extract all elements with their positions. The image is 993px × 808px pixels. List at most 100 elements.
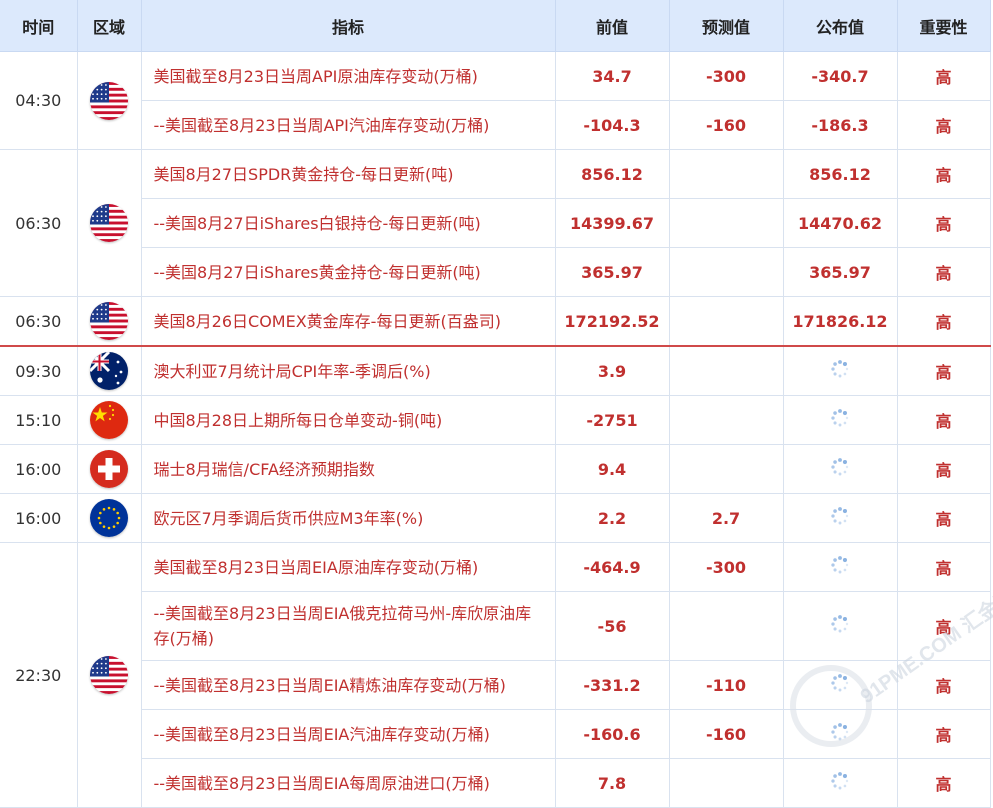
indicator-link[interactable]: 欧元区7月季调后货币供应M3年率(%) xyxy=(141,493,556,543)
indicator-link[interactable]: --美国截至8月23日当周EIA精炼油库存变动(万桶) xyxy=(141,660,556,710)
region-cell xyxy=(77,346,142,396)
importance-value: 高 xyxy=(897,296,991,347)
importance-value: 高 xyxy=(897,100,991,150)
previous-value: -160.6 xyxy=(555,709,670,759)
indicator-link[interactable]: --美国截至8月23日当周API汽油库存变动(万桶) xyxy=(141,100,556,150)
loading-spinner-icon xyxy=(830,408,850,428)
actual-value xyxy=(783,758,898,808)
region-cell xyxy=(77,493,142,543)
forecast-value: -300 xyxy=(669,542,784,592)
forecast-value xyxy=(669,198,784,248)
region-cell xyxy=(77,444,142,494)
actual-value xyxy=(783,660,898,710)
cn-flag-icon xyxy=(90,401,128,439)
importance-value: 高 xyxy=(897,395,991,445)
previous-value: 2.2 xyxy=(555,493,670,543)
previous-value: 365.97 xyxy=(555,247,670,297)
header-time: 时间 xyxy=(0,0,78,52)
region-cell xyxy=(77,395,142,445)
previous-value: 9.4 xyxy=(555,444,670,494)
actual-value xyxy=(783,493,898,543)
actual-value: 171826.12 xyxy=(783,296,898,347)
table-row: 15:10 中国8月28日上期所每日仓单变动-铜(吨) -2751 高 xyxy=(0,395,991,445)
table-row: 04:30 美国截至8月23日当周API原油库存变动(万桶) 34.7 -300… xyxy=(0,51,991,150)
previous-value: -56 xyxy=(555,591,670,661)
indicator-link[interactable]: 美国截至8月23日当周EIA原油库存变动(万桶) xyxy=(141,542,556,592)
au-flag-icon xyxy=(90,352,128,390)
importance-value: 高 xyxy=(897,542,991,592)
loading-spinner-icon xyxy=(830,555,850,575)
forecast-value xyxy=(669,149,784,199)
loading-spinner-icon xyxy=(830,771,850,791)
actual-value: 365.97 xyxy=(783,247,898,297)
time-cell: 16:00 xyxy=(0,444,78,494)
importance-value: 高 xyxy=(897,149,991,199)
indicator-link[interactable]: 美国截至8月23日当周API原油库存变动(万桶) xyxy=(141,51,556,101)
actual-value: -340.7 xyxy=(783,51,898,101)
forecast-value xyxy=(669,444,784,494)
header-actual: 公布值 xyxy=(783,0,898,52)
loading-spinner-icon xyxy=(830,722,850,742)
forecast-value xyxy=(669,591,784,661)
us-flag-icon xyxy=(90,302,128,340)
actual-value: -186.3 xyxy=(783,100,898,150)
loading-spinner-icon xyxy=(830,673,850,693)
header-region: 区域 xyxy=(77,0,142,52)
table-row: 16:00 瑞士8月瑞信/CFA经济预期指数 9.4 高 xyxy=(0,444,991,494)
importance-value: 高 xyxy=(897,660,991,710)
actual-value xyxy=(783,395,898,445)
time-cell: 06:30 xyxy=(0,296,78,347)
header-previous: 前值 xyxy=(555,0,670,52)
indicator-link[interactable]: 美国8月27日SPDR黄金持仓-每日更新(吨) xyxy=(141,149,556,199)
previous-value: 34.7 xyxy=(555,51,670,101)
region-cell xyxy=(77,51,142,150)
previous-value: 172192.52 xyxy=(555,296,670,347)
previous-value: 3.9 xyxy=(555,346,670,396)
previous-value: -2751 xyxy=(555,395,670,445)
indicator-link[interactable]: 美国8月26日COMEX黄金库存-每日更新(百盎司) xyxy=(141,296,556,347)
eu-flag-icon xyxy=(90,499,128,537)
indicator-link[interactable]: 瑞士8月瑞信/CFA经济预期指数 xyxy=(141,444,556,494)
table-row: 06:30 美国8月27日SPDR黄金持仓-每日更新(吨) 856.12 856… xyxy=(0,149,991,297)
indicator-link[interactable]: --美国8月27日iShares黄金持仓-每日更新(吨) xyxy=(141,247,556,297)
header-forecast: 预测值 xyxy=(669,0,784,52)
forecast-value xyxy=(669,296,784,347)
importance-value: 高 xyxy=(897,709,991,759)
region-cell xyxy=(77,542,142,808)
importance-value: 高 xyxy=(897,51,991,101)
forecast-value xyxy=(669,247,784,297)
actual-value: 856.12 xyxy=(783,149,898,199)
ch-flag-icon xyxy=(90,450,128,488)
indicator-link[interactable]: --美国截至8月23日当周EIA汽油库存变动(万桶) xyxy=(141,709,556,759)
forecast-value: -160 xyxy=(669,100,784,150)
actual-value xyxy=(783,444,898,494)
table-row: 09:30 澳大利亚7月统计局CPI年率-季调后(%) 3.9 高 xyxy=(0,346,991,396)
loading-spinner-icon xyxy=(830,506,850,526)
us-flag-icon xyxy=(90,656,128,694)
indicator-link[interactable]: --美国截至8月23日当周EIA俄克拉荷马州-库欣原油库存(万桶) xyxy=(141,591,556,661)
indicator-link[interactable]: 中国8月28日上期所每日仓单变动-铜(吨) xyxy=(141,395,556,445)
table-row: --美国截至8月23日当周EIA汽油库存变动(万桶) -160.6 -160 高 xyxy=(0,709,991,759)
importance-value: 高 xyxy=(897,493,991,543)
header-indicator: 指标 xyxy=(141,0,556,52)
loading-spinner-icon xyxy=(830,614,850,634)
forecast-value: -160 xyxy=(669,709,784,759)
previous-value: -331.2 xyxy=(555,660,670,710)
table-row: 06:30 美国8月26日COMEX黄金库存-每日更新(百盎司) 172192.… xyxy=(0,296,991,347)
previous-value: 7.8 xyxy=(555,758,670,808)
importance-value: 高 xyxy=(897,247,991,297)
indicator-link[interactable]: 澳大利亚7月统计局CPI年率-季调后(%) xyxy=(141,346,556,396)
indicator-link[interactable]: --美国截至8月23日当周EIA每周原油进口(万桶) xyxy=(141,758,556,808)
forecast-value: -110 xyxy=(669,660,784,710)
previous-value: -464.9 xyxy=(555,542,670,592)
table-row: --美国截至8月23日当周API汽油库存变动(万桶) -104.3 -160 -… xyxy=(0,100,991,150)
time-cell: 15:10 xyxy=(0,395,78,445)
indicator-link[interactable]: --美国8月27日iShares白银持仓-每日更新(吨) xyxy=(141,198,556,248)
table-header-row: 时间 区域 指标 前值 预测值 公布值 重要性 xyxy=(0,0,991,52)
region-cell xyxy=(77,296,142,347)
loading-spinner-icon xyxy=(830,359,850,379)
actual-value xyxy=(783,591,898,661)
actual-value: 14470.62 xyxy=(783,198,898,248)
economic-calendar-table: 时间 区域 指标 前值 预测值 公布值 重要性 04:30 美国截至8月23日当… xyxy=(0,0,991,808)
table-row: 16:00 欧元区7月季调后货币供应M3年率(%) 2.2 2.7 高 xyxy=(0,493,991,543)
